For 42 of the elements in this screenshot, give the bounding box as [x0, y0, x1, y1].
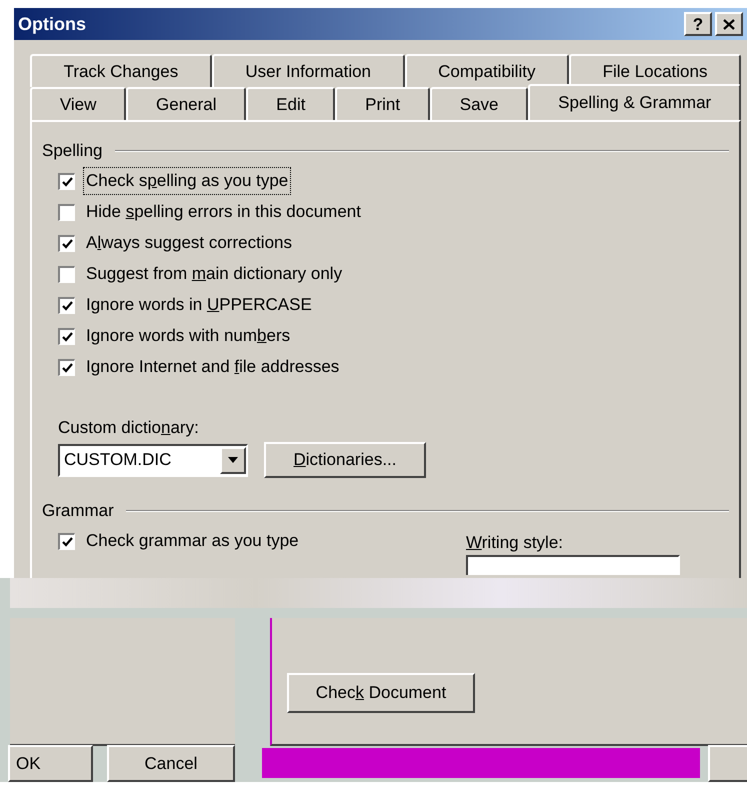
- checkbox-label: Ignore words in UPPERCASE: [85, 294, 313, 316]
- tab[interactable]: Save: [430, 87, 528, 120]
- tab[interactable]: Edit: [246, 87, 336, 120]
- ok-button[interactable]: OK: [8, 745, 93, 782]
- group-title: Grammar: [42, 500, 114, 522]
- checkbox[interactable]: [58, 234, 75, 252]
- group-title: Spelling: [42, 140, 102, 162]
- writing-style-dropdown[interactable]: [466, 555, 680, 575]
- checkbox[interactable]: [58, 328, 75, 344]
- checkbox[interactable]: [58, 266, 75, 282]
- checkbox-label: Ignore Internet and file addresses: [85, 356, 340, 378]
- button[interactable]: [708, 745, 747, 782]
- tab[interactable]: Compatibility: [404, 54, 570, 87]
- checkbox-label: Hide spelling errors in this document: [85, 201, 362, 224]
- dictionaries-button[interactable]: Dictionaries...: [264, 442, 426, 478]
- caret-icon: [228, 457, 238, 463]
- help-button[interactable]: ?: [684, 12, 712, 36]
- dictionary-dropdown[interactable]: CUSTOM.DIC: [58, 444, 248, 476]
- tab[interactable]: General: [126, 87, 246, 120]
- tab[interactable]: Track Changes: [30, 54, 212, 87]
- window-title: Options: [18, 12, 86, 36]
- checkbox-label: Suggest from main dictionary only: [85, 263, 344, 286]
- field-label: Custom dictionary:: [58, 416, 200, 438]
- field-label: Writing style:: [466, 532, 564, 554]
- checkbox[interactable]: [58, 172, 75, 190]
- checkbox[interactable]: [58, 358, 75, 376]
- tab[interactable]: User Information: [212, 54, 405, 87]
- checkbox-label: Check grammar as you type: [85, 530, 300, 552]
- tab[interactable]: View: [30, 87, 126, 120]
- checkbox-label: Check spelling as you type: [83, 167, 292, 195]
- checkbox-label: Always suggest corrections: [85, 232, 293, 254]
- checkbox[interactable]: [58, 204, 75, 220]
- close-button[interactable]: [715, 12, 743, 36]
- tab[interactable]: File Locations: [569, 54, 742, 87]
- cancel-button[interactable]: Cancel: [107, 745, 235, 782]
- checkbox-label: Ignore words with numbers: [85, 325, 292, 348]
- tab[interactable]: Print: [335, 87, 430, 120]
- checkbox[interactable]: [58, 532, 75, 550]
- tab[interactable]: Spelling & Grammar: [528, 84, 742, 120]
- close-icon: [723, 18, 735, 30]
- checkbox[interactable]: [58, 296, 75, 314]
- check-document-button[interactable]: Check Document: [287, 673, 475, 713]
